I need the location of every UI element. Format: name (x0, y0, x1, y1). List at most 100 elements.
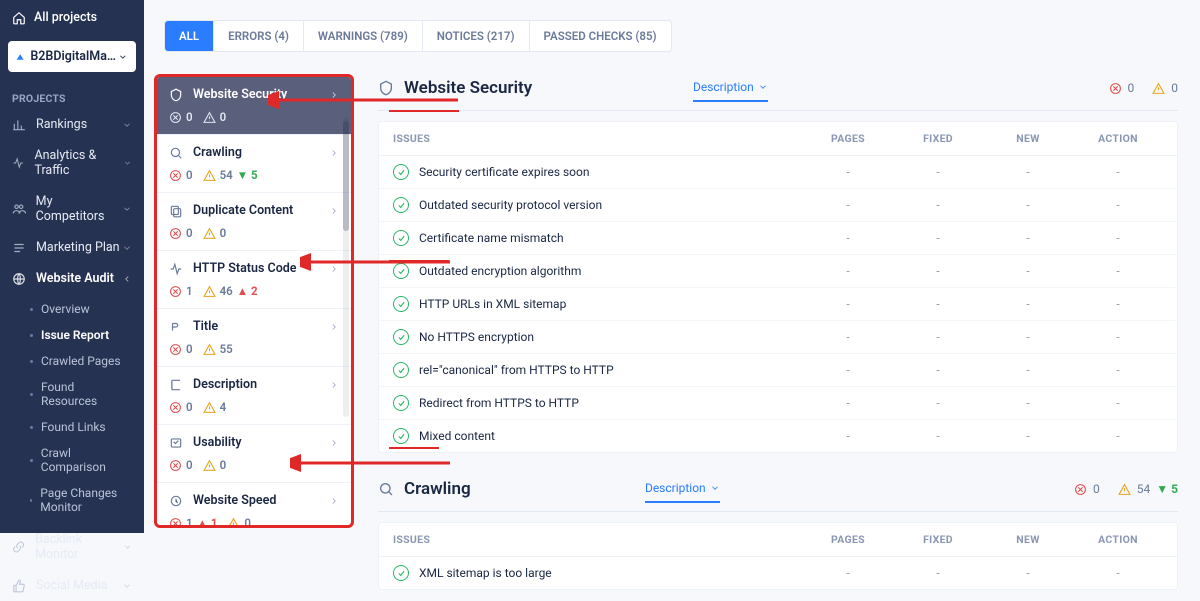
issue-row[interactable]: XML sitemap is too large - - - - (379, 557, 1177, 589)
type-icon (169, 320, 183, 334)
sidebar-item-analytics[interactable]: Analytics & Traffic (0, 140, 144, 186)
check-ok-icon (393, 565, 409, 581)
issue-row[interactable]: No HTTPS encryption - - - - (379, 321, 1177, 354)
section-title: Crawling (404, 479, 471, 499)
issues-table: ISSUES PAGES FIXED NEW ACTION Security c… (378, 121, 1178, 453)
sidebar-item-rankings[interactable]: Rankings (0, 109, 144, 140)
cell-pages: - (803, 566, 893, 580)
sidebar-item-label: Social Media (36, 578, 108, 593)
issue-row[interactable]: Redirect from HTTPS to HTTP - - - - (379, 387, 1177, 420)
issue-row[interactable]: Security certificate expires soon - - - … (379, 156, 1177, 189)
copy-icon (169, 204, 183, 218)
cell-pages: - (803, 198, 893, 212)
cell-fixed: - (893, 198, 983, 212)
topbar: ALL ERRORS (4) WARNINGS (789) NOTICES (2… (144, 0, 1200, 52)
issue-row[interactable]: Outdated security protocol version - - -… (379, 189, 1177, 222)
issue-row[interactable]: Certificate name mismatch - - - - (379, 222, 1177, 255)
sidebar-section-title: PROJECTS (0, 84, 144, 109)
check-ok-icon (393, 296, 409, 312)
check-ok-icon (393, 164, 409, 180)
warning-icon (1118, 483, 1131, 496)
category-item[interactable]: Duplicate Content 0 0 (157, 193, 351, 251)
tab-errors[interactable]: ERRORS (4) (214, 21, 304, 51)
error-icon (169, 401, 182, 414)
scrollbar[interactable] (343, 117, 349, 417)
description-toggle[interactable]: Description (693, 74, 768, 102)
sidebar-subnav-audit: Overview Issue Report Crawled Pages Foun… (0, 294, 144, 524)
cell-new: - (983, 363, 1073, 377)
cell-new: - (983, 566, 1073, 580)
category-item[interactable]: HTTP Status Code 1 46 ▲ 2 (157, 251, 351, 309)
issue-name: Outdated encryption algorithm (419, 264, 581, 278)
subnav-crawled-pages[interactable]: Crawled Pages (0, 348, 144, 374)
nav-all-projects[interactable]: All projects (0, 0, 144, 35)
nav-all-projects-label: All projects (34, 10, 97, 25)
category-item[interactable]: Website Speed 1 ▲ 1 0 (157, 483, 351, 525)
warning-icon (203, 227, 216, 240)
filter-tabs: ALL ERRORS (4) WARNINGS (789) NOTICES (2… (164, 20, 672, 52)
issue-name: XML sitemap is too large (419, 566, 552, 580)
subnav-crawl-comparison[interactable]: Crawl Comparison (0, 440, 144, 480)
chevron-right-icon (329, 496, 339, 506)
project-selector[interactable]: B2BDigitalMarketers.… (8, 41, 136, 72)
warning-count: 0 (220, 458, 227, 472)
cell-fixed: - (893, 264, 983, 278)
subnav-overview[interactable]: Overview (0, 296, 144, 322)
tab-warnings[interactable]: WARNINGS (789) (304, 21, 423, 51)
description-toggle[interactable]: Description (645, 475, 720, 503)
cell-action: - (1073, 363, 1163, 377)
chevron-down-icon (122, 120, 132, 130)
subnav-found-links[interactable]: Found Links (0, 414, 144, 440)
cell-action: - (1073, 165, 1163, 179)
checkbox-icon (169, 436, 183, 450)
cell-new: - (983, 396, 1073, 410)
tab-passed-checks[interactable]: PASSED CHECKS (85) (530, 21, 671, 51)
sidebar-item-competitors[interactable]: My Competitors (0, 186, 144, 232)
col-action: ACTION (1073, 533, 1163, 546)
sidebar-item-backlink-monitor[interactable]: Backlink Monitor (0, 524, 144, 570)
error-count: 0 (1093, 482, 1100, 496)
cell-fixed: - (893, 396, 983, 410)
warning-count: 54 (1137, 482, 1151, 496)
sidebar-item-social-media[interactable]: Social Media (0, 570, 144, 601)
error-count: 0 (186, 110, 193, 124)
cell-pages: - (803, 396, 893, 410)
issue-section: Website Security Description 0 0 ISSUES … (378, 74, 1178, 453)
warning-icon (203, 401, 216, 414)
category-item[interactable]: Website Security 0 0 (157, 77, 351, 135)
issue-name: Certificate name mismatch (419, 231, 564, 245)
issue-row[interactable]: Mixed content - - - - (379, 420, 1177, 452)
sidebar-item-marketing-plan[interactable]: Marketing Plan (0, 232, 144, 263)
section-icon (378, 481, 394, 497)
people-icon (12, 202, 26, 216)
issue-row[interactable]: Outdated encryption algorithm - - - - (379, 255, 1177, 288)
check-ok-icon (393, 362, 409, 378)
cell-new: - (983, 165, 1073, 179)
issue-row[interactable]: HTTP URLs in XML sitemap - - - - (379, 288, 1177, 321)
error-icon (169, 227, 182, 240)
category-item[interactable]: Usability 0 0 (157, 425, 351, 483)
warning-count: 4 (220, 400, 227, 414)
section-title: Website Security (404, 78, 532, 98)
cell-action: - (1073, 264, 1163, 278)
col-pages: PAGES (803, 533, 893, 546)
search-icon (169, 146, 183, 160)
subnav-issue-report[interactable]: Issue Report (0, 322, 144, 348)
chevron-right-icon (329, 90, 339, 100)
tab-all[interactable]: ALL (165, 21, 214, 51)
cell-new: - (983, 264, 1073, 278)
category-item[interactable]: Description 0 4 (157, 367, 351, 425)
sidebar-item-website-audit[interactable]: Website Audit (0, 263, 144, 294)
project-icon (16, 51, 24, 63)
subnav-page-changes-monitor[interactable]: Page Changes Monitor (0, 480, 144, 520)
category-item[interactable]: Crawling 0 54 ▼ 5 (157, 135, 351, 193)
error-count: 0 (1128, 81, 1135, 95)
cell-fixed: - (893, 330, 983, 344)
chevron-right-icon (329, 438, 339, 448)
list-icon (12, 241, 26, 255)
issue-row[interactable]: rel="canonical" from HTTPS to HTTP - - -… (379, 354, 1177, 387)
category-item[interactable]: Title 0 55 (157, 309, 351, 367)
tab-notices[interactable]: NOTICES (217) (423, 21, 530, 51)
subnav-found-resources[interactable]: Found Resources (0, 374, 144, 414)
warning-count: 46 (220, 284, 233, 298)
